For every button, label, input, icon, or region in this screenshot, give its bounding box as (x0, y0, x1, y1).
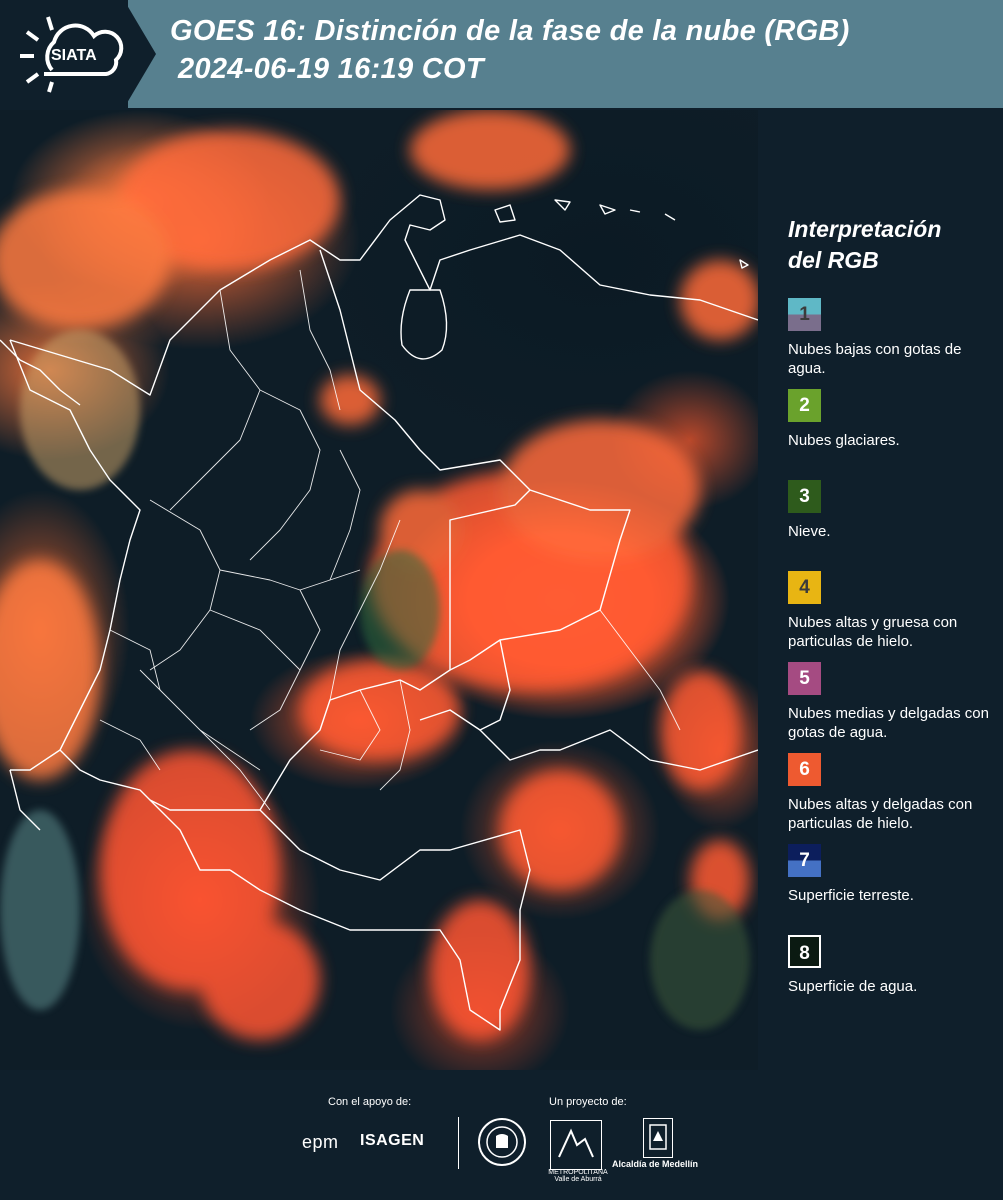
legend-item: 6 Nubes altas y delgadas con particulas d… (788, 753, 1000, 844)
legend-label: Nubes altas y gruesa con particulas de h… (788, 614, 958, 650)
seal-icon (478, 1118, 526, 1166)
legend-swatch: 6 (788, 753, 821, 786)
legend-panel: Interpretación del RGB 1 Nubes bajas con … (788, 214, 1000, 1026)
legend-title-line-1: Interpretación (788, 216, 942, 242)
title-line-1: GOES 16: Distinción de la fase de la nub… (170, 15, 850, 47)
legend-label: Nubes altas y delgadas con particulas de… (788, 796, 973, 832)
legend-swatch: 7 (788, 844, 821, 877)
legend-item: 7 Superficie terreste. (788, 844, 1000, 935)
epm-logo: epm (302, 1132, 339, 1152)
satellite-map (0, 110, 758, 1070)
project-label: Un proyecto de: (549, 1096, 627, 1108)
area-metropolitana-logo (550, 1120, 602, 1170)
legend-item: 4 Nubes altas y gruesa con particulas de … (788, 571, 1000, 662)
legend-swatch: 1 (788, 298, 821, 331)
metro-text: METROPOLITANA Valle de Aburrá (548, 1169, 608, 1183)
siata-brand-text: SIATA (51, 47, 97, 64)
legend-item: 2 Nubes glaciares. (788, 389, 1000, 480)
page-title: GOES 16: Distinción de la fase de la nub… (170, 12, 850, 88)
legend-item: 3 Nieve. (788, 480, 1000, 571)
legend-title: Interpretación del RGB (788, 214, 1000, 276)
legend-item: 8 Superficie de agua. (788, 935, 1000, 1026)
siata-logo: SIATA (0, 0, 128, 108)
legend-swatch: 3 (788, 480, 821, 513)
legend-label: Nubes medias y delgadas con gotas de agu… (788, 705, 989, 741)
footer: Con el apoyo de: Un proyecto de: epm ISA… (0, 1070, 1003, 1200)
legend-swatch: 4 (788, 571, 821, 604)
legend-item: 1 Nubes bajas con gotas de agua. (788, 298, 1000, 389)
legend-label: Superficie de agua. (788, 978, 918, 995)
footer-divider (458, 1117, 459, 1169)
header-bar: SIATA GOES 16: Distinción de la fase de … (0, 0, 1003, 108)
alcaldia-text: Alcaldía de Medellín (612, 1159, 699, 1169)
legend-swatch: 2 (788, 389, 821, 422)
alcaldia-shield-icon (643, 1118, 673, 1158)
title-line-2: 2024-06-19 16:19 COT (178, 53, 484, 85)
legend-label: Nubes bajas con gotas de agua. (788, 341, 962, 377)
legend-label: Nieve. (788, 523, 831, 540)
legend-label: Superficie terreste. (788, 887, 914, 904)
legend-title-line-2: del RGB (788, 247, 879, 273)
borders-overlay (0, 194, 758, 1031)
isagen-logo: ISAGEN (360, 1132, 425, 1149)
legend-item: 5 Nubes medias y delgadas con gotas de ag… (788, 662, 1000, 753)
support-label: Con el apoyo de: (328, 1096, 412, 1108)
legend-label: Nubes glaciares. (788, 432, 900, 449)
legend-swatch: 5 (788, 662, 821, 695)
logo-chevron (124, 0, 156, 108)
legend-swatch: 8 (788, 935, 821, 968)
